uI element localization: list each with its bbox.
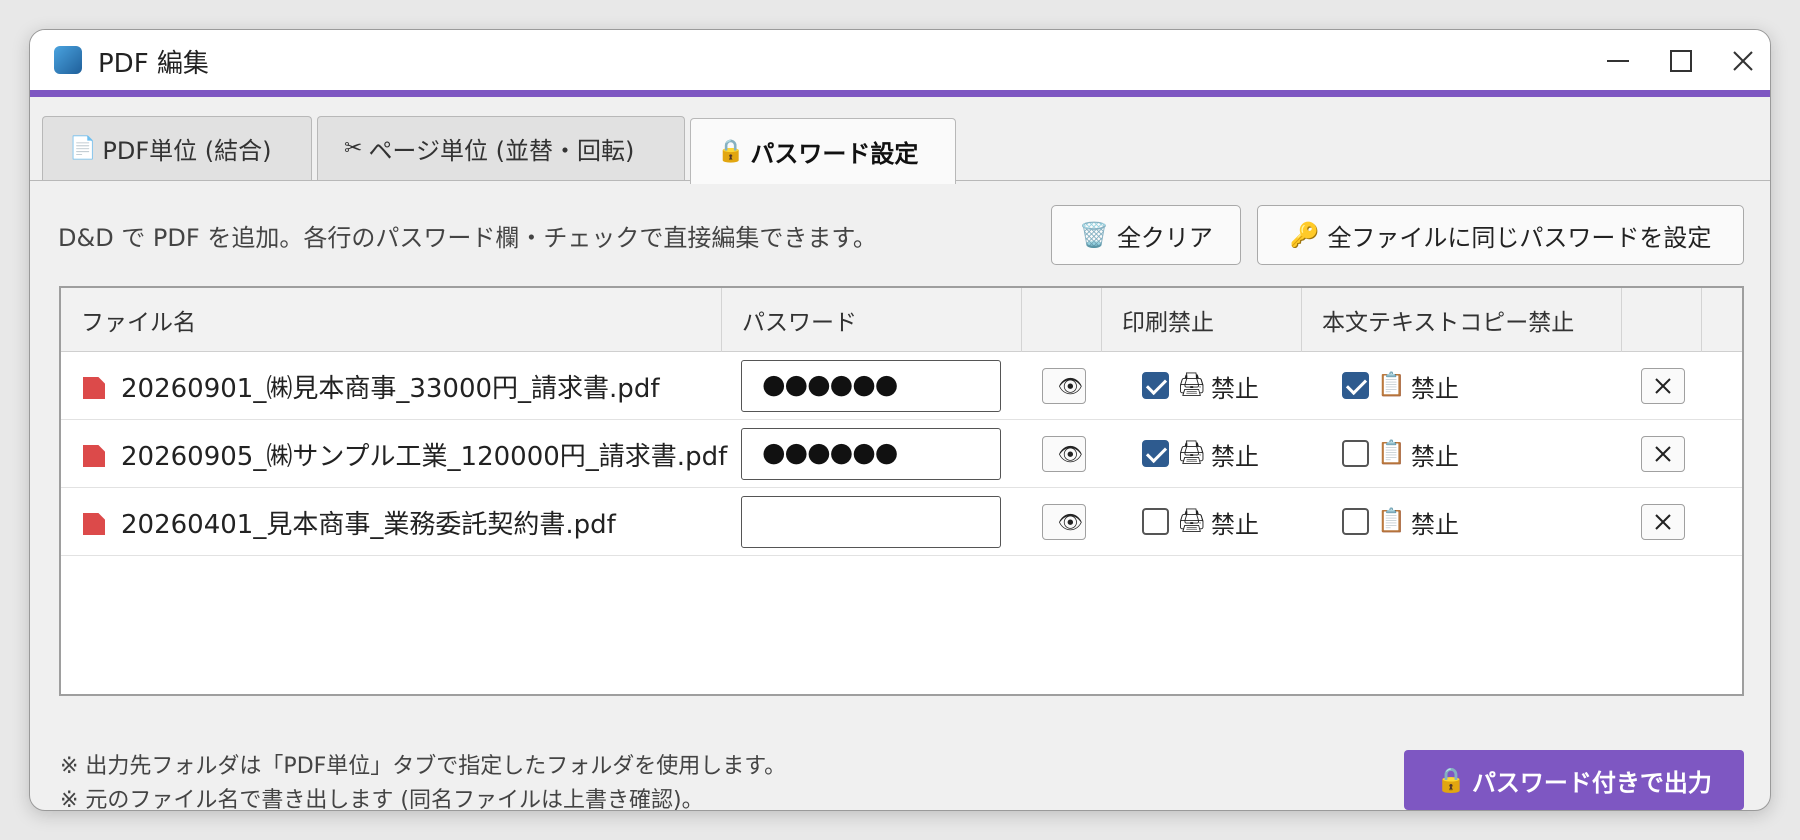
pdf-file-icon <box>83 513 105 535</box>
clear-all-label: 全クリア <box>1116 223 1213 252</box>
close-icon <box>1655 446 1671 462</box>
tab-label: ページ単位 (並替・回転) <box>368 137 635 165</box>
pdf-file-icon <box>83 377 105 399</box>
table-header: ファイル名 パスワード 印刷禁止 本文テキストコピー禁止 <box>61 288 1742 352</box>
column-header-password[interactable]: パスワード <box>722 288 1022 352</box>
maximize-icon <box>1670 50 1692 72</box>
window-title: PDF 編集 <box>98 49 209 79</box>
eye-icon: 👁 <box>1057 374 1083 398</box>
tab-password-settings[interactable]: 🔒 パスワード設定 <box>690 118 956 184</box>
column-header-copy-forbidden[interactable]: 本文テキストコピー禁止 <box>1302 288 1622 352</box>
copy-forbidden-label: 禁止 <box>1411 443 1459 471</box>
scissors-icon: ✂ <box>344 136 363 161</box>
print-forbidden-label: 禁止 <box>1211 511 1259 539</box>
print-forbidden-checkbox[interactable] <box>1142 440 1169 467</box>
file-table: ファイル名 パスワード 印刷禁止 本文テキストコピー禁止 20260901_㈱見… <box>59 286 1744 696</box>
copy-forbidden-label: 禁止 <box>1411 375 1459 403</box>
document-icon: 📄 <box>69 136 97 161</box>
eye-icon: 👁 <box>1057 442 1083 466</box>
table-row[interactable]: 20260905_㈱サンプル工業_120000円_請求書.pdf ●●●●●● … <box>61 420 1742 488</box>
pdf-edit-window: PDF 編集 📄 PDF単位 (結合) ✂ ページ単位 (並替・回転) 🔒 パス… <box>29 29 1771 811</box>
close-button[interactable] <box>1715 36 1770 86</box>
export-with-password-button[interactable]: 🔒 パスワード付きで出力 <box>1404 750 1744 810</box>
trash-icon: 🗑️ <box>1079 221 1109 249</box>
minimize-button[interactable] <box>1590 36 1646 86</box>
column-header-filename[interactable]: ファイル名 <box>61 288 722 352</box>
export-button-label: パスワード付きで出力 <box>1471 768 1712 797</box>
tab-label: PDF単位 (結合) <box>102 137 272 165</box>
close-icon <box>1733 51 1753 71</box>
show-password-button[interactable]: 👁 <box>1042 436 1086 472</box>
print-forbidden-checkbox[interactable] <box>1142 508 1169 535</box>
eye-icon: 👁 <box>1057 510 1083 534</box>
close-icon <box>1655 514 1671 530</box>
maximize-button[interactable] <box>1653 36 1709 86</box>
close-icon <box>1655 378 1671 394</box>
clipboard-icon: 📋 <box>1377 508 1406 534</box>
printer-icon: 🖨 <box>1177 440 1207 466</box>
print-forbidden-label: 禁止 <box>1211 443 1259 471</box>
tab-page-unit[interactable]: ✂ ページ単位 (並替・回転) <box>317 116 685 180</box>
set-all-password-button[interactable]: 🔑 全ファイルに同じパスワードを設定 <box>1257 205 1744 265</box>
column-header-show <box>1022 288 1102 352</box>
clipboard-icon: 📋 <box>1377 372 1406 398</box>
print-forbidden-checkbox[interactable] <box>1142 372 1169 399</box>
password-field[interactable]: ●●●●●● <box>741 360 1001 412</box>
copy-forbidden-checkbox[interactable] <box>1342 440 1369 467</box>
show-password-button[interactable]: 👁 <box>1042 368 1086 404</box>
filename: 20260901_㈱見本商事_33000円_請求書.pdf <box>121 374 660 404</box>
minimize-icon <box>1607 60 1629 62</box>
table-row[interactable]: 20260901_㈱見本商事_33000円_請求書.pdf ●●●●●● 👁 🖨… <box>61 352 1742 420</box>
column-header-delete <box>1622 288 1702 352</box>
output-folder-note: ※ 出力先フォルダは「PDF単位」タブで指定したフォルダを使用します。 <box>60 754 787 779</box>
set-all-password-label: 全ファイルに同じパスワードを設定 <box>1327 223 1712 252</box>
copy-forbidden-label: 禁止 <box>1411 511 1459 539</box>
filename: 20260401_見本商事_業務委託契約書.pdf <box>121 510 616 540</box>
printer-icon: 🖨 <box>1177 372 1207 398</box>
show-password-button[interactable]: 👁 <box>1042 504 1086 540</box>
column-header-print-forbidden[interactable]: 印刷禁止 <box>1102 288 1302 352</box>
copy-forbidden-checkbox[interactable] <box>1342 508 1369 535</box>
lock-icon: 🔒 <box>1436 766 1466 794</box>
password-field[interactable]: ●●●●●● <box>741 428 1001 480</box>
password-field[interactable] <box>741 496 1001 548</box>
copy-forbidden-checkbox[interactable] <box>1342 372 1369 399</box>
tab-label: パスワード設定 <box>750 140 919 168</box>
remove-row-button[interactable] <box>1641 436 1685 472</box>
app-icon <box>54 46 82 74</box>
key-icon: 🔑 <box>1289 221 1320 249</box>
remove-row-button[interactable] <box>1641 368 1685 404</box>
filename-note: ※ 元のファイル名で書き出します (同名ファイルは上書き確認)。 <box>60 788 704 811</box>
clipboard-icon: 📋 <box>1377 440 1406 466</box>
pdf-file-icon <box>83 445 105 467</box>
lock-icon: 🔒 <box>717 139 745 164</box>
clear-all-button[interactable]: 🗑️ 全クリア <box>1051 205 1241 265</box>
remove-row-button[interactable] <box>1641 504 1685 540</box>
table-row[interactable]: 20260401_見本商事_業務委託契約書.pdf 👁 🖨 禁止 📋 禁止 <box>61 488 1742 556</box>
title-bar: PDF 編集 <box>30 30 1770 97</box>
printer-icon: 🖨 <box>1177 508 1207 534</box>
instructions-text: D&D で PDF を追加。各行のパスワード欄・チェックで直接編集できます。 <box>58 224 877 252</box>
filename: 20260905_㈱サンプル工業_120000円_請求書.pdf <box>121 442 728 472</box>
tab-pdf-unit[interactable]: 📄 PDF単位 (結合) <box>42 116 312 180</box>
print-forbidden-label: 禁止 <box>1211 375 1259 403</box>
